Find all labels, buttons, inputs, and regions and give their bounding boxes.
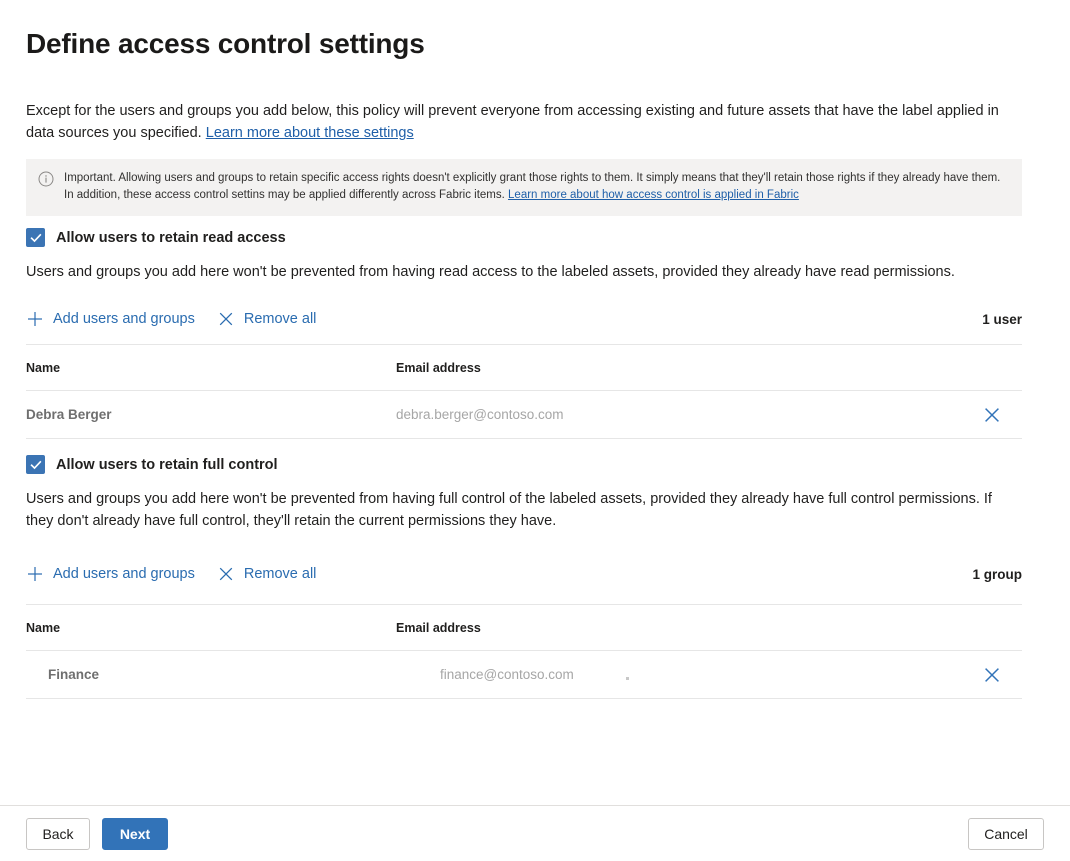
info-banner-text: Important. Allowing users and groups to …: [64, 170, 1009, 204]
close-icon: [217, 565, 235, 583]
close-icon: [982, 665, 1002, 685]
remove-row-button[interactable]: [962, 665, 1022, 685]
full-control-count: 1 group: [973, 567, 1023, 582]
remove-row-button[interactable]: [962, 405, 1022, 425]
full-control-table: Name Email address Finance finance@conto…: [26, 604, 1022, 699]
row-email: finance@contoso.com: [418, 667, 962, 682]
read-access-description: Users and groups you add here won't be p…: [26, 261, 1011, 283]
column-header-name: Name: [26, 621, 396, 635]
remove-all-full-button[interactable]: Remove all: [217, 565, 317, 583]
learn-more-settings-link[interactable]: Learn more about these settings: [206, 125, 414, 141]
table-header-row: Name Email address: [26, 605, 1022, 651]
plus-icon: [26, 310, 44, 328]
intro-paragraph: Except for the users and groups you add …: [26, 100, 1026, 144]
wizard-footer: Back Next Cancel: [0, 805, 1070, 861]
table-header-row: Name Email address: [26, 345, 1022, 391]
read-access-table: Name Email address Debra Berger debra.be…: [26, 344, 1022, 439]
add-users-and-groups-full-button[interactable]: Add users and groups: [26, 565, 195, 583]
add-users-and-groups-read-button[interactable]: Add users and groups: [26, 310, 195, 328]
allow-read-access-label[interactable]: Allow users to retain read access: [56, 230, 286, 246]
info-banner: Important. Allowing users and groups to …: [26, 159, 1022, 216]
add-users-and-groups-full-label: Add users and groups: [53, 566, 195, 582]
close-icon: [982, 405, 1002, 425]
column-header-email: Email address: [396, 361, 962, 375]
fabric-access-control-link[interactable]: Learn more about how access control is a…: [508, 189, 799, 201]
close-icon: [217, 310, 235, 328]
full-control-description: Users and groups you add here won't be p…: [26, 488, 1011, 532]
remove-all-read-button[interactable]: Remove all: [217, 310, 317, 328]
add-users-and-groups-read-label: Add users and groups: [53, 311, 195, 327]
full-control-checkbox-row[interactable]: Allow users to retain full control: [26, 455, 1044, 474]
read-access-command-bar: Add users and groups Remove all 1 user: [26, 305, 1022, 333]
full-control-command-bar: Add users and groups Remove all 1 group: [26, 560, 1022, 588]
next-button[interactable]: Next: [102, 818, 168, 850]
read-access-checkbox-row[interactable]: Allow users to retain read access: [26, 228, 1044, 247]
plus-icon: [26, 565, 44, 583]
column-header-email: Email address: [396, 621, 962, 635]
row-email: debra.berger@contoso.com: [396, 407, 962, 422]
remove-all-read-label: Remove all: [244, 311, 317, 327]
table-row: Finance finance@contoso.com: [26, 651, 1022, 699]
intro-text: Except for the users and groups you add …: [26, 103, 999, 141]
table-row: Debra Berger debra.berger@contoso.com: [26, 391, 1022, 439]
allow-full-control-checkbox[interactable]: [26, 455, 45, 474]
allow-full-control-label[interactable]: Allow users to retain full control: [56, 457, 278, 473]
render-artifact-dot: [626, 677, 629, 680]
row-name: Debra Berger: [26, 407, 396, 422]
back-button[interactable]: Back: [26, 818, 90, 850]
cancel-button[interactable]: Cancel: [968, 818, 1044, 850]
wizard-page: Define access control settings Except fo…: [0, 0, 1070, 805]
allow-read-access-checkbox[interactable]: [26, 228, 45, 247]
row-name: Finance: [26, 667, 418, 682]
remove-all-full-label: Remove all: [244, 566, 317, 582]
column-header-name: Name: [26, 361, 396, 375]
info-circle-icon: [38, 171, 54, 187]
read-access-count: 1 user: [982, 312, 1022, 327]
page-title: Define access control settings: [26, 26, 1044, 62]
